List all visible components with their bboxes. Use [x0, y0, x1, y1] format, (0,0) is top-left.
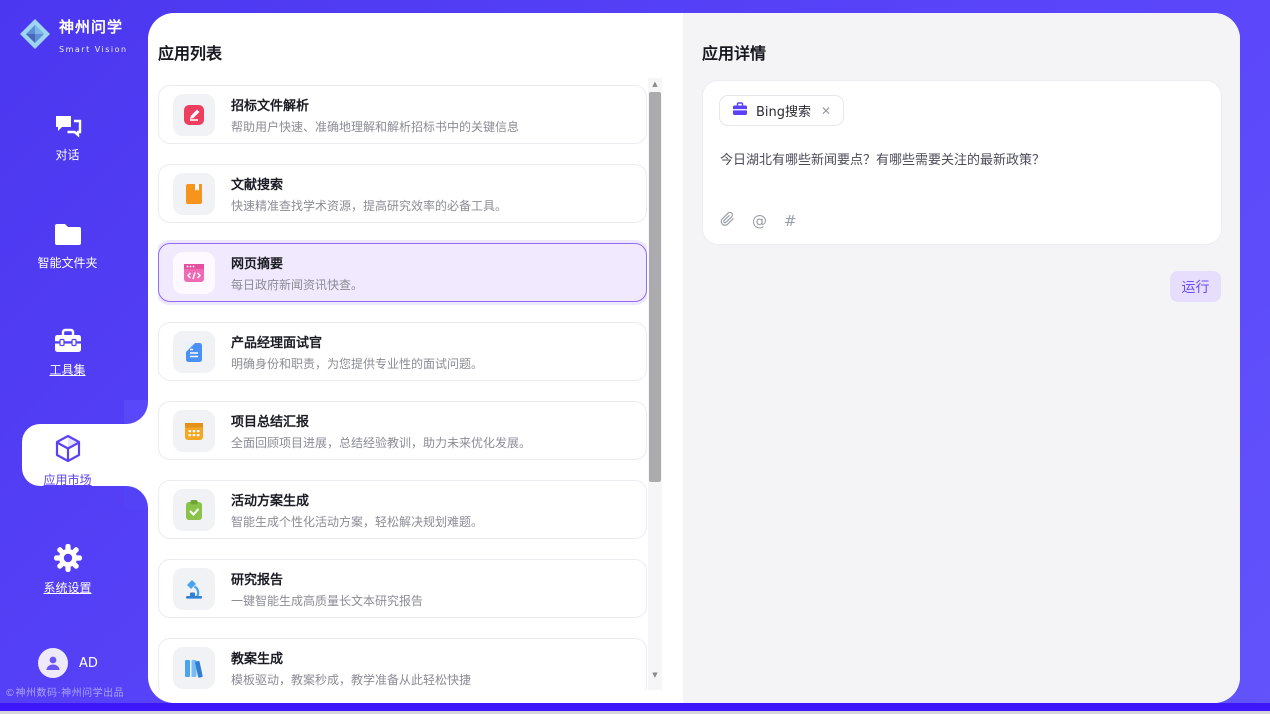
app-window: 神州问学 Smart Vision 对话 智能文件夹 [0, 0, 1270, 714]
logo-text: 神州问学 Smart Vision [59, 16, 148, 56]
gear-icon [0, 543, 135, 573]
app-list-region: 应用列表 招标文件解析 帮助用户快速、准确地理解和解析招标书中的关键信息 [148, 13, 683, 703]
app-card-description: 快速精准查找学术资源，提高研究效率的必备工具。 [231, 197, 507, 214]
sidebar-item-chat[interactable]: 对话 [0, 112, 135, 163]
clipboard-doc-icon [173, 331, 215, 373]
user-initials: AD [79, 656, 98, 671]
folder-icon [0, 222, 135, 248]
tool-tag-bing-search[interactable]: Bing搜索 ✕ [719, 95, 844, 126]
toolbox-icon [0, 328, 135, 355]
app-card-literature-search[interactable]: 文献搜索 快速精准查找学术资源，提高研究效率的必备工具。 [158, 164, 647, 223]
sidebar: 神州问学 Smart Vision 对话 智能文件夹 [0, 0, 148, 703]
prompt-input[interactable]: 今日湖北有哪些新闻要点？有哪些需要关注的最新政策？ [720, 149, 1200, 168]
app-card-description: 全面回顾项目进展，总结经验教训，助力未来优化发展。 [231, 434, 531, 451]
sidebar-item-toolset[interactable]: 工具集 [0, 328, 135, 378]
prompt-card: Bing搜索 ✕ 今日湖北有哪些新闻要点？有哪些需要关注的最新政策？ @ # [702, 80, 1222, 245]
logo-diamond-icon [18, 17, 52, 55]
chat-icon [0, 112, 135, 140]
user-account[interactable]: AD [38, 648, 98, 678]
sidebar-item-settings[interactable]: 系统设置 [0, 543, 135, 596]
calendar-note-icon [173, 410, 215, 452]
close-icon[interactable]: ✕ [819, 104, 833, 118]
app-detail-region: 应用详情 Bing搜索 ✕ 今日湖北有哪些新闻要点？有哪些需要关注的最新政策？ [683, 13, 1240, 703]
app-card-description: 智能生成个性化活动方案，轻松解决规划难题。 [231, 513, 483, 530]
tender-doc-icon [173, 94, 215, 136]
microscope-icon [173, 568, 215, 610]
clipboard-check-icon [173, 489, 215, 531]
paperclip-icon[interactable] [720, 211, 735, 231]
app-card-title: 活动方案生成 [231, 490, 483, 509]
bubble-bottom-curve [124, 486, 148, 510]
scroll-up-icon[interactable]: ▲ [648, 78, 662, 91]
copyright-footer: ©神州数码·神州问学出品 [5, 684, 145, 699]
app-card-event-plan[interactable]: 活动方案生成 智能生成个性化活动方案，轻松解决规划难题。 [158, 480, 647, 539]
run-button[interactable]: 运行 [1170, 271, 1221, 302]
app-card-project-summary[interactable]: 项目总结汇报 全面回顾项目进展，总结经验教训，助力未来优化发展。 [158, 401, 647, 460]
scrollbar-thumb[interactable] [649, 92, 661, 482]
books-icon [173, 647, 215, 689]
sidebar-item-label: 智能文件夹 [0, 254, 135, 271]
sidebar-item-label: 系统设置 [0, 579, 135, 596]
web-browser-icon [173, 252, 215, 294]
app-tagline: Smart Vision [59, 45, 128, 54]
app-card-title: 招标文件解析 [231, 95, 519, 114]
cube-icon [0, 433, 135, 465]
sidebar-item-label: 工具集 [0, 361, 135, 378]
app-list: 招标文件解析 帮助用户快速、准确地理解和解析招标书中的关键信息 文献搜索 快速精… [158, 78, 647, 690]
prompt-toolbar: @ # [720, 211, 797, 231]
bottom-accent-bar [0, 703, 1270, 711]
app-card-title: 产品经理面试官 [231, 332, 483, 351]
app-card-title: 网页摘要 [231, 253, 363, 272]
app-list-title: 应用列表 [158, 40, 222, 64]
avatar [38, 648, 68, 678]
briefcase-icon [732, 101, 748, 120]
app-card-title: 研究报告 [231, 569, 423, 588]
app-detail-title: 应用详情 [702, 40, 766, 64]
app-card-title: 项目总结汇报 [231, 411, 531, 430]
sidebar-item-label: 对话 [0, 146, 135, 163]
app-card-lesson-plan[interactable]: 教案生成 模板驱动，教案秒成，教学准备从此轻松快捷 [158, 638, 647, 690]
app-name: 神州问学 [59, 18, 123, 36]
app-card-title: 文献搜索 [231, 174, 507, 193]
app-card-title: 教案生成 [231, 648, 471, 667]
app-card-tender-analysis[interactable]: 招标文件解析 帮助用户快速、准确地理解和解析招标书中的关键信息 [158, 85, 647, 144]
tool-tag-label: Bing搜索 [756, 101, 811, 120]
list-scrollbar[interactable]: ▲ ▼ [648, 78, 662, 690]
book-icon [173, 173, 215, 215]
sidebar-item-app-market[interactable]: 应用市场 [0, 433, 135, 488]
mention-icon[interactable]: @ [752, 212, 767, 230]
bubble-top-curve [124, 400, 148, 424]
app-logo: 神州问学 Smart Vision [18, 16, 148, 56]
app-card-description: 每日政府新闻资讯快查。 [231, 276, 363, 293]
main-panel: 应用列表 招标文件解析 帮助用户快速、准确地理解和解析招标书中的关键信息 [148, 13, 1240, 703]
app-card-research-report[interactable]: 研究报告 一键智能生成高质量长文本研究报告 [158, 559, 647, 618]
app-card-description: 模板驱动，教案秒成，教学准备从此轻松快捷 [231, 671, 471, 688]
scroll-down-icon[interactable]: ▼ [648, 669, 662, 682]
app-card-web-summary[interactable]: 网页摘要 每日政府新闻资讯快查。 [158, 243, 647, 302]
app-card-description: 帮助用户快速、准确地理解和解析招标书中的关键信息 [231, 118, 519, 135]
sidebar-item-smart-folder[interactable]: 智能文件夹 [0, 222, 135, 271]
app-card-pm-interviewer[interactable]: 产品经理面试官 明确身份和职责，为您提供专业性的面试问题。 [158, 322, 647, 381]
app-card-description: 一键智能生成高质量长文本研究报告 [231, 592, 423, 609]
app-card-description: 明确身份和职责，为您提供专业性的面试问题。 [231, 355, 483, 372]
hash-icon[interactable]: # [784, 212, 797, 230]
sidebar-item-label: 应用市场 [0, 471, 135, 488]
